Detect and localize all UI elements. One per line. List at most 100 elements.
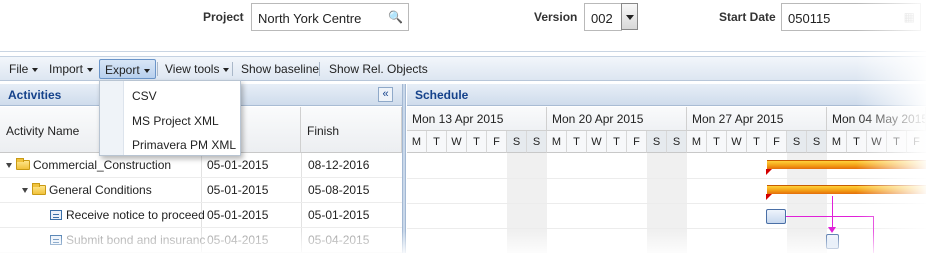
- task-bar[interactable]: [766, 209, 786, 224]
- menu-icon-gutter: [100, 81, 124, 155]
- project-label: Project: [203, 10, 244, 24]
- task-icon: [50, 210, 62, 220]
- import-label: Import: [49, 62, 84, 76]
- day-header: T: [747, 131, 767, 153]
- week-label: Mon 04 May 2015: [832, 112, 926, 126]
- version-field[interactable]: 002: [584, 3, 622, 31]
- table-row[interactable]: Receive notice to proceed 05-01-2015 05-…: [0, 203, 402, 228]
- dependency-link: [786, 216, 874, 217]
- table-row[interactable]: General Conditions 05-01-2015 05-08-2015: [0, 178, 402, 203]
- day-header: T: [427, 131, 447, 153]
- day-header: S: [667, 131, 687, 153]
- toolbar: File Import Export View tools Show basel…: [0, 56, 926, 81]
- menu-item-csv[interactable]: CSV: [132, 89, 157, 103]
- start-date-field[interactable]: 050115 ▦: [781, 3, 921, 31]
- week-label: Mon 20 Apr 2015: [552, 112, 644, 126]
- collapse-triangle-icon[interactable]: [6, 163, 12, 168]
- task-icon: [50, 235, 62, 245]
- finish-cell: 05-01-2015: [308, 208, 370, 222]
- activity-name: Submit bond and insuranc: [66, 233, 206, 247]
- folder-icon: [32, 183, 46, 195]
- toolbar-separator: [319, 62, 320, 76]
- day-header: F: [627, 131, 647, 153]
- summary-bar[interactable]: [766, 185, 926, 200]
- day-header: T: [707, 131, 727, 153]
- finish-cell: 05-04-2015: [308, 233, 370, 247]
- collapse-panel-button[interactable]: «: [378, 87, 393, 102]
- start-date-label: Start Date: [719, 10, 776, 24]
- view-tools-menu-button[interactable]: View tools: [160, 59, 234, 79]
- version-dropdown-button[interactable]: [621, 3, 638, 30]
- activity-name: Commercial_Construction: [33, 158, 172, 172]
- day-header: W: [587, 131, 607, 153]
- task-bar[interactable]: [826, 234, 839, 249]
- schedule-title: Schedule: [415, 88, 469, 102]
- column-header-label: Activity Name: [6, 124, 80, 138]
- day-header: S: [647, 131, 667, 153]
- table-row[interactable]: Commercial_Construction 05-01-2015 08-12…: [0, 153, 402, 178]
- table-row[interactable]: Submit bond and insuranc 05-04-2015 05-0…: [0, 228, 402, 253]
- summary-bar-start-marker: [766, 169, 772, 175]
- activity-name: General Conditions: [49, 183, 152, 197]
- file-label: File: [9, 62, 29, 76]
- filter-bar: Project North York Centre 🔍 Version 002 …: [0, 0, 926, 52]
- dependency-link: [873, 216, 874, 253]
- chevron-down-icon: [32, 67, 39, 72]
- import-menu-button[interactable]: Import: [44, 59, 98, 79]
- day-header: W: [727, 131, 747, 153]
- toolbar-separator: [232, 62, 233, 76]
- file-menu-button[interactable]: File: [4, 59, 43, 79]
- day-header: T: [607, 131, 627, 153]
- grid-line: [407, 203, 926, 204]
- day-header: M: [547, 131, 567, 153]
- calendar-icon[interactable]: ▦: [904, 10, 915, 24]
- panel-splitter[interactable]: [402, 84, 406, 253]
- day-header: M: [687, 131, 707, 153]
- show-baseline-button[interactable]: Show baseline: [236, 59, 324, 79]
- start-date-value: 050115: [788, 11, 831, 26]
- export-label: Export: [105, 63, 140, 77]
- menu-item-ms-project-xml[interactable]: MS Project XML: [132, 114, 219, 128]
- project-value: North York Centre: [258, 11, 362, 26]
- week-label: Mon 27 Apr 2015: [692, 112, 784, 126]
- day-header: T: [467, 131, 487, 153]
- show-rel-objects-label: Show Rel. Objects: [329, 62, 428, 76]
- version-label: Version: [534, 10, 578, 24]
- start-cell: 05-01-2015: [207, 208, 269, 222]
- day-header: S: [507, 131, 527, 153]
- show-rel-objects-button[interactable]: Show Rel. Objects: [324, 59, 433, 79]
- start-cell: 05-04-2015: [207, 233, 269, 247]
- show-baseline-label: Show baseline: [241, 62, 320, 76]
- activities-title: Activities: [8, 88, 62, 102]
- chevron-down-icon: [223, 67, 230, 72]
- version-value: 002: [591, 11, 613, 26]
- week-header: Mon 04 May 2015: [827, 107, 926, 131]
- dependency-link: [832, 196, 833, 228]
- arrow-down-icon: [828, 227, 836, 233]
- day-header: T: [847, 131, 867, 153]
- day-header: S: [787, 131, 807, 153]
- day-header: M: [827, 131, 847, 153]
- day-header: S: [527, 131, 547, 153]
- finish-cell: 08-12-2016: [308, 158, 370, 172]
- summary-bar[interactable]: [766, 160, 926, 175]
- double-chevron-left-icon: «: [382, 88, 389, 100]
- grid-line: [407, 178, 926, 179]
- day-header: T: [567, 131, 587, 153]
- search-icon[interactable]: 🔍: [388, 10, 403, 24]
- collapse-triangle-icon[interactable]: [22, 188, 28, 193]
- column-header-finish[interactable]: Finish: [301, 107, 402, 153]
- day-header: S: [807, 131, 827, 153]
- week-label: Mon 13 Apr 2015: [412, 112, 504, 126]
- week-header: Mon 27 Apr 2015: [687, 107, 827, 131]
- export-menu-button[interactable]: Export: [99, 59, 156, 79]
- export-dropdown-menu: CSV MS Project XML Primavera PM XML: [99, 80, 241, 156]
- project-field[interactable]: North York Centre 🔍: [251, 3, 409, 31]
- day-header: T: [887, 131, 907, 153]
- menu-item-primavera-pm-xml[interactable]: Primavera PM XML: [132, 138, 236, 152]
- chevron-down-icon: [87, 67, 94, 72]
- day-header: F: [487, 131, 507, 153]
- chevron-down-icon: [626, 15, 634, 20]
- finish-cell: 05-08-2015: [308, 183, 370, 197]
- week-header: Mon 20 Apr 2015: [547, 107, 687, 131]
